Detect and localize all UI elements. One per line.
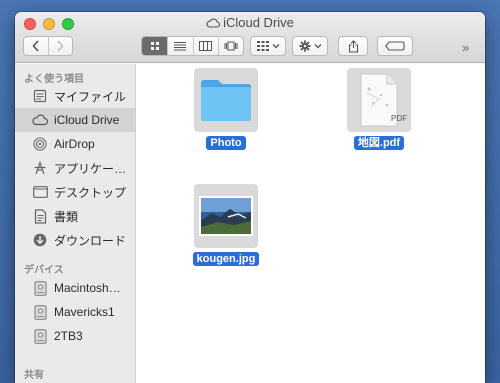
file-item-photo[interactable]: Photo — [181, 68, 271, 151]
my-files-icon — [32, 88, 48, 104]
disk-icon — [32, 280, 48, 296]
icon-grid-icon — [150, 42, 159, 50]
sidebar-header-favorites: よく使う項目 — [24, 74, 84, 85]
folder-icon — [201, 80, 251, 121]
sidebar-item-applications[interactable]: アプリケー… — [15, 156, 135, 180]
sidebar-item-airdrop[interactable]: AirDrop — [15, 132, 135, 156]
list-icon — [174, 42, 187, 51]
title-bar: iCloud Drive » — [15, 12, 485, 63]
photo-thumbnail-icon — [198, 195, 254, 237]
sidebar-item-label: アプリケー… — [54, 161, 127, 176]
sidebar-item-label: 書類 — [54, 209, 79, 224]
arrange-button[interactable] — [250, 36, 286, 56]
sidebar-item-label: デスクトップ — [54, 185, 127, 200]
action-button[interactable] — [292, 36, 328, 56]
file-item-kougen-jpg[interactable]: kougen.jpg — [181, 184, 271, 267]
finder-window: iCloud Drive » よく使う項目 マイファイル iCloud Driv… — [15, 12, 485, 383]
sidebar: よく使う項目 マイファイル iCloud Drive AirDrop アプリケー… — [15, 64, 136, 383]
columns-icon — [199, 41, 213, 51]
chevron-down-icon — [272, 44, 279, 49]
coverflow-icon — [224, 41, 238, 51]
disk-icon — [32, 328, 48, 344]
file-name: kougen.jpg — [192, 252, 260, 266]
sidebar-item-label: Mavericks1 — [54, 305, 115, 319]
disk-icon — [32, 304, 48, 320]
sidebar-header-shared: 共有 — [24, 370, 44, 381]
window-title-text: iCloud Drive — [223, 15, 294, 30]
file-thumbnail — [194, 68, 258, 132]
forward-button[interactable] — [47, 37, 72, 55]
column-view-button[interactable] — [192, 37, 218, 55]
sidebar-item-downloads[interactable]: ダウンロード — [15, 228, 135, 252]
downloads-icon — [32, 232, 48, 248]
documents-icon — [32, 208, 48, 224]
sidebar-header-devices: デバイス — [24, 265, 64, 276]
sidebar-item-documents[interactable]: 書類 — [15, 204, 135, 228]
chevron-right-icon — [57, 40, 65, 52]
sidebar-item-label: マイファイル — [54, 89, 127, 104]
tags-button[interactable] — [377, 36, 413, 56]
pdf-badge: PDF — [391, 114, 407, 123]
gear-icon — [299, 40, 310, 52]
coverflow-view-button[interactable] — [217, 37, 243, 55]
sidebar-item-label: Macintosh… — [54, 281, 121, 295]
tag-icon — [385, 41, 405, 51]
window-title: iCloud Drive — [15, 15, 485, 31]
icloud-icon — [32, 112, 48, 128]
sidebar-item-2tb3[interactable]: 2TB3 — [15, 324, 135, 348]
arrange-grid-icon — [256, 41, 269, 51]
navigation-buttons — [23, 36, 73, 56]
file-name: Photo — [206, 136, 246, 150]
sidebar-item-desktop[interactable]: デスクトップ — [15, 180, 135, 204]
sidebar-item-mavericks1[interactable]: Mavericks1 — [15, 300, 135, 324]
list-view-button[interactable] — [167, 37, 192, 55]
sidebar-item-label: AirDrop — [54, 137, 95, 151]
desktop-icon — [32, 184, 48, 200]
chevron-left-icon — [32, 40, 39, 52]
back-button[interactable] — [24, 37, 48, 55]
share-icon — [348, 39, 358, 53]
view-mode-buttons — [141, 36, 244, 56]
chevron-down-icon — [314, 44, 321, 49]
applications-icon — [32, 160, 48, 176]
share-button[interactable] — [338, 36, 368, 56]
sidebar-item-my-files[interactable]: マイファイル — [15, 84, 135, 108]
airdrop-icon — [32, 136, 48, 152]
sidebar-item-icloud-drive[interactable]: iCloud Drive — [15, 108, 135, 132]
file-item-map-pdf[interactable]: 地図.pdf — [334, 68, 424, 151]
sidebar-item-label: ダウンロード — [54, 233, 127, 248]
icloud-icon — [206, 16, 221, 31]
sidebar-item-label: 2TB3 — [54, 329, 83, 343]
sidebar-item-label: iCloud Drive — [54, 113, 120, 127]
sidebar-item-macintosh[interactable]: Macintosh… — [15, 276, 135, 300]
file-name: 地図.pdf — [353, 136, 405, 150]
icon-view-button[interactable] — [142, 37, 168, 55]
file-thumbnail — [194, 184, 258, 248]
file-browser: Photo 地図.pdf PDF kougen.jpg — [137, 64, 485, 383]
toolbar-overflow-button[interactable]: » — [462, 40, 469, 55]
